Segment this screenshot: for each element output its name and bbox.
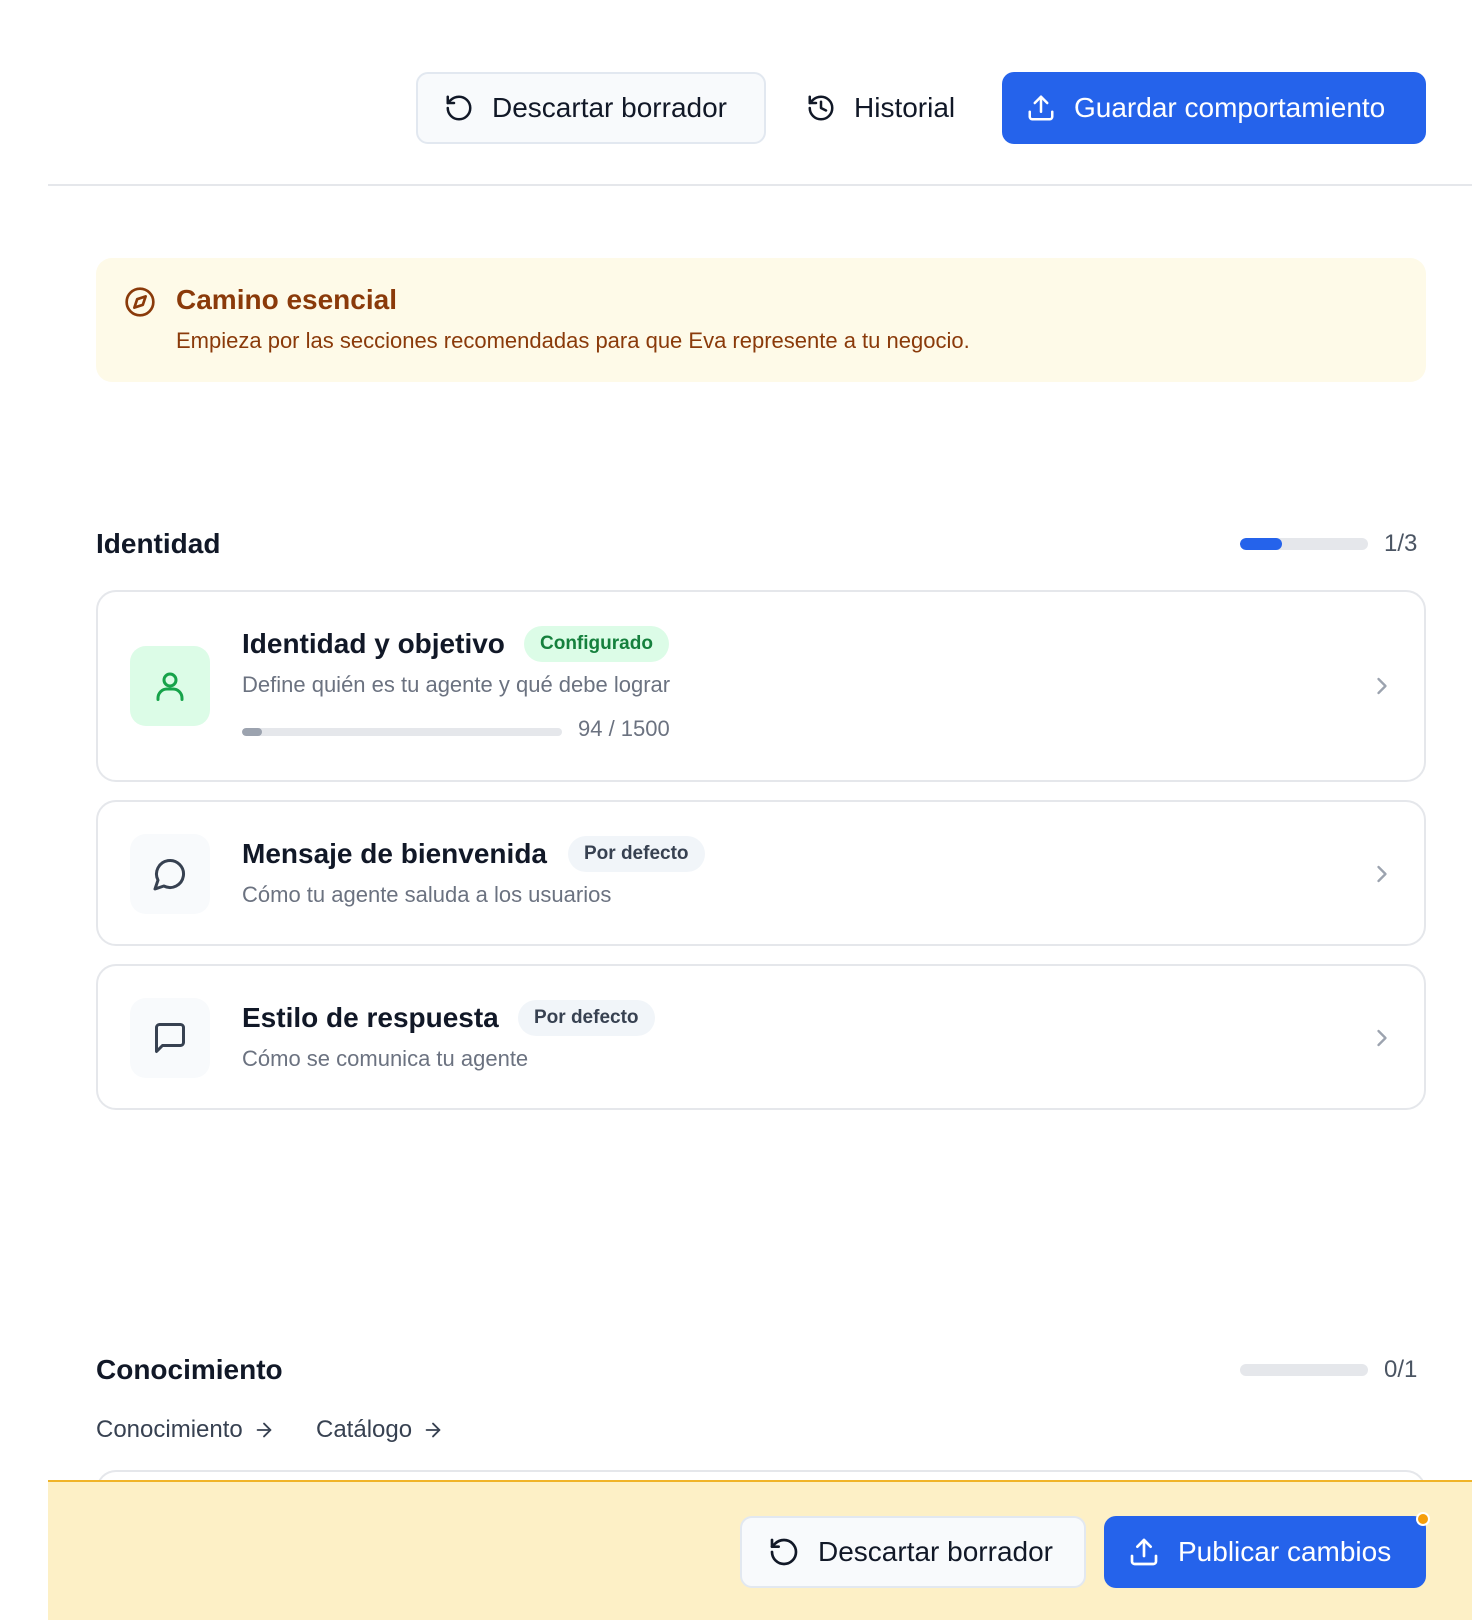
upload-icon (1028, 95, 1054, 121)
notice-title: Camino esencial (176, 284, 397, 315)
chat-bubble-icon (153, 858, 186, 891)
chevron-right-icon (1377, 1029, 1387, 1047)
card-title: Estilo de respuesta (242, 1002, 499, 1033)
catalog-link[interactable]: Catálogo (316, 1416, 444, 1444)
chevron-right-icon (1377, 677, 1387, 695)
knowledge-link-label: Conocimiento (96, 1416, 243, 1443)
card-welcome-message[interactable]: Mensaje de bienvenida Por defecto Cómo t… (96, 800, 1426, 946)
essential-path-notice: Camino esencial Empieza por las seccione… (96, 258, 1426, 382)
top-toolbar: Descartar borrador Historial Guardar com… (48, 0, 1472, 186)
discard-draft-button[interactable]: Descartar borrador (416, 72, 766, 144)
arrow-right-icon (425, 1422, 441, 1438)
user-icon (156, 672, 184, 701)
message-square-icon (155, 1023, 185, 1053)
publish-changes-button[interactable]: Publicar cambios (1104, 1512, 1430, 1588)
card-subtitle: Define quién es tu agente y qué debe log… (242, 672, 671, 697)
save-behavior-button[interactable]: Guardar comportamiento (1002, 72, 1426, 144)
undo-icon (446, 95, 472, 121)
card-title: Identidad y objetivo (242, 628, 505, 659)
section-progress-fill (1240, 538, 1283, 550)
section-progress-knowledge (1240, 1364, 1368, 1376)
section-title-knowledge: Conocimiento (96, 1354, 283, 1385)
card-subtitle: Cómo se comunica tu agente (242, 1046, 529, 1071)
history-label: Historial (854, 92, 956, 123)
character-progress-bar (242, 728, 562, 736)
card-icon-container (130, 646, 210, 726)
history-button[interactable]: Historial (796, 72, 976, 144)
knowledge-link[interactable]: Conocimiento (96, 1416, 275, 1444)
card-icon-container (130, 834, 210, 914)
discard-draft-button-bottom[interactable]: Descartar borrador (740, 1516, 1086, 1588)
undo-icon (770, 1538, 798, 1566)
status-badge: Por defecto (568, 836, 705, 872)
arrow-right-icon (256, 1422, 272, 1438)
status-badge: Configurado (524, 626, 669, 662)
history-icon (808, 95, 834, 121)
card-identity-objective[interactable]: Identidad y objetivo Configurado Define … (96, 590, 1426, 782)
section-title-identity: Identidad (96, 528, 221, 559)
discard-draft-label: Descartar borrador (818, 1536, 1053, 1567)
notice-subtitle: Empieza por las secciones recomendadas p… (176, 328, 970, 353)
card-subtitle: Cómo tu agente saluda a los usuarios (242, 882, 612, 907)
upload-icon (1130, 1538, 1158, 1566)
save-behavior-label: Guardar comportamiento (1074, 92, 1386, 123)
card-title: Mensaje de bienvenida (242, 838, 547, 869)
discard-draft-label: Descartar borrador (492, 92, 727, 123)
status-badge: Por defecto (518, 1000, 655, 1036)
compass-icon (124, 286, 156, 323)
character-counter: 94 / 1500 (578, 716, 670, 741)
catalog-link-label: Catálogo (316, 1416, 413, 1443)
card-response-style[interactable]: Estilo de respuesta Por defecto Cómo se … (96, 964, 1426, 1110)
card-icon-container (130, 998, 210, 1078)
chevron-right-icon (1377, 865, 1387, 883)
character-progress-fill (242, 728, 263, 736)
pending-changes-indicator (1416, 1512, 1430, 1526)
section-progress-identity (1240, 538, 1368, 550)
publish-changes-label: Publicar cambios (1178, 1536, 1392, 1567)
unsaved-changes-bar: Descartar borrador Publicar cambios (48, 1480, 1472, 1620)
section-count-identity: 1/3 (1384, 530, 1418, 557)
section-count-knowledge: 0/1 (1384, 1356, 1418, 1383)
